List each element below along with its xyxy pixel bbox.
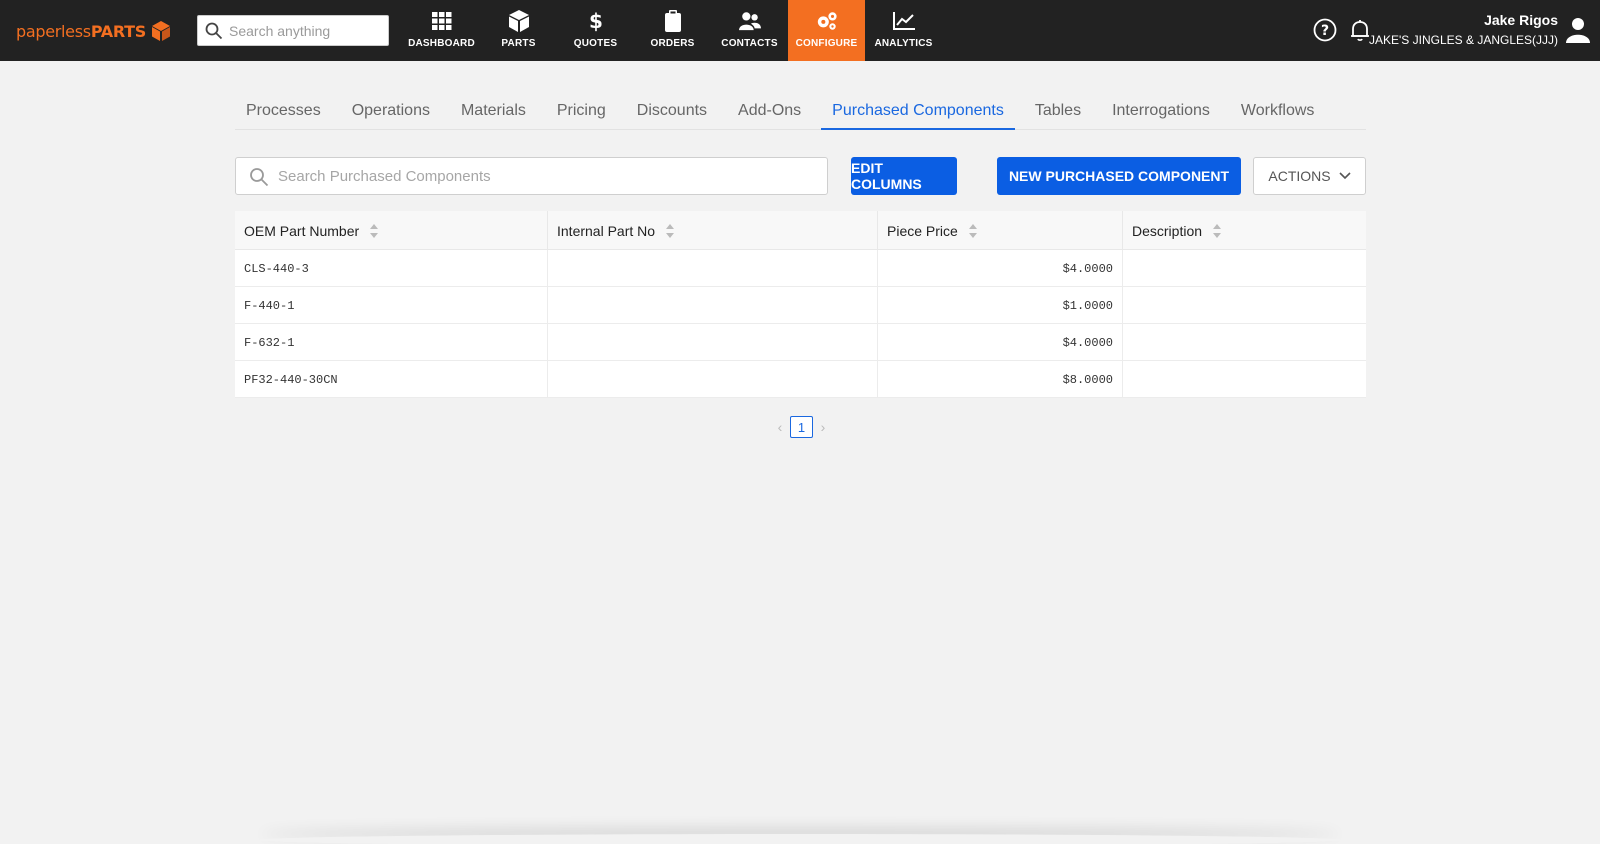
sort-icon[interactable] [665,223,675,239]
internal-part-no-cell [548,324,878,361]
internal-part-no-cell [548,287,878,324]
tab-interrogations[interactable]: Interrogations [1101,98,1221,130]
nav-configure[interactable]: CONFIGURE [788,0,865,61]
sort-icon[interactable] [968,223,978,239]
description-cell [1123,361,1366,398]
nav-parts[interactable]: PARTS [480,0,557,61]
column-label: Internal Part No [557,222,656,239]
table-row[interactable]: PF32-440-30CN $8.0000 [235,361,1366,398]
nav-label: ANALYTICS [874,38,933,49]
column-header-oem-part-number[interactable]: OEM Part Number [235,211,548,250]
table-row[interactable]: CLS-440-3 $4.0000 [235,250,1366,287]
table-row[interactable]: F-632-1 $4.0000 [235,324,1366,361]
main-nav: DASHBOARD PARTS $ QUOTES ORDERS CONTACTS… [403,0,942,61]
purchased-components-search-input[interactable] [278,158,818,194]
piece-price-cell: $8.0000 [878,361,1123,398]
global-search-box[interactable] [197,15,389,46]
description-cell [1123,324,1366,361]
purchased-components-table: OEM Part Number Internal Part No Piece P… [235,211,1366,398]
internal-part-no-cell [548,250,878,287]
page-1-button[interactable]: 1 [790,416,813,438]
global-search-input[interactable] [229,16,385,45]
dollar-icon: $ [585,10,607,32]
cube-icon [508,10,530,32]
oem-part-number-cell: F-632-1 [235,324,548,361]
tab-operations[interactable]: Operations [341,98,441,130]
search-icon [250,168,269,187]
nav-label: QUOTES [573,38,618,49]
column-header-description[interactable]: Description [1123,211,1366,250]
table-header: OEM Part Number Internal Part No Piece P… [235,211,1366,250]
logo-text-bold: PARTS [90,21,146,41]
sort-icon[interactable] [369,223,379,239]
contacts-icon [738,10,761,32]
nav-label: PARTS [501,38,536,49]
piece-price-cell: $1.0000 [878,287,1123,324]
tab-tables[interactable]: Tables [1024,98,1092,130]
tab-purchased-components[interactable]: Purchased Components [821,98,1015,130]
previous-page-button[interactable]: ‹ [770,416,790,438]
tab-pricing[interactable]: Pricing [546,98,617,130]
oem-part-number-cell: F-440-1 [235,287,548,324]
new-purchased-component-button[interactable]: NEW PURCHASED COMPONENT [997,157,1241,195]
description-cell [1123,287,1366,324]
configure-subtabs: Processes Operations Materials Pricing D… [235,98,1366,130]
tab-processes[interactable]: Processes [235,98,332,130]
column-label: Description [1132,222,1203,239]
column-label: Piece Price [887,222,958,239]
top-navigation-bar: paperlessPARTS DASHBOARD [0,0,1600,61]
nav-label: DASHBOARD [408,38,475,49]
purchased-components-search[interactable] [235,157,828,195]
nav-label: CONFIGURE [795,38,858,49]
help-icon[interactable]: ? [1313,18,1337,42]
piece-price-cell: $4.0000 [878,324,1123,361]
nav-label: ORDERS [650,38,695,49]
column-header-internal-part-no[interactable]: Internal Part No [548,211,878,250]
next-page-button[interactable]: › [813,416,833,438]
oem-part-number-cell: PF32-440-30CN [235,361,548,398]
logo-cube-icon [152,21,170,41]
nav-dashboard[interactable]: DASHBOARD [403,0,480,61]
gears-icon [816,10,838,32]
nav-analytics[interactable]: ANALYTICS [865,0,942,61]
nav-label: CONTACTS [721,38,778,49]
description-cell [1123,250,1366,287]
column-label: OEM Part Number [244,222,360,239]
chart-line-icon [892,10,915,32]
nav-orders[interactable]: ORDERS [634,0,711,61]
tab-add-ons[interactable]: Add-Ons [727,98,812,130]
table-row[interactable]: F-440-1 $1.0000 [235,287,1366,324]
user-menu[interactable]: Jake Rigos JAKE'S JINGLES & JANGLES(JJJ) [1369,12,1558,47]
user-name: Jake Rigos [1484,12,1558,28]
paperless-parts-logo[interactable]: paperlessPARTS [16,19,172,43]
nav-quotes[interactable]: $ QUOTES [557,0,634,61]
logo-text-thin: paperless [16,21,91,41]
svg-text:?: ? [1321,23,1329,39]
grid-icon [431,10,453,32]
actions-label: ACTIONS [1268,168,1331,184]
search-icon [205,22,223,40]
chevron-down-icon [1339,172,1351,180]
clipboard-icon [662,10,684,32]
tab-discounts[interactable]: Discounts [626,98,718,130]
internal-part-no-cell [548,361,878,398]
tab-workflows[interactable]: Workflows [1230,98,1326,130]
tab-materials[interactable]: Materials [450,98,537,130]
edit-columns-button[interactable]: EDIT COLUMNS [851,157,957,195]
nav-contacts[interactable]: CONTACTS [711,0,788,61]
piece-price-cell: $4.0000 [878,250,1123,287]
user-organization: JAKE'S JINGLES & JANGLES(JJJ) [1368,33,1558,47]
pagination: ‹ 1 › [770,416,833,438]
bottom-panel-shadow [260,834,1340,844]
svg-text:$: $ [589,10,603,32]
sort-icon[interactable] [1212,223,1222,239]
avatar-icon[interactable] [1566,17,1590,43]
oem-part-number-cell: CLS-440-3 [235,250,548,287]
column-header-piece-price[interactable]: Piece Price [878,211,1123,250]
actions-dropdown[interactable]: ACTIONS [1253,157,1366,195]
